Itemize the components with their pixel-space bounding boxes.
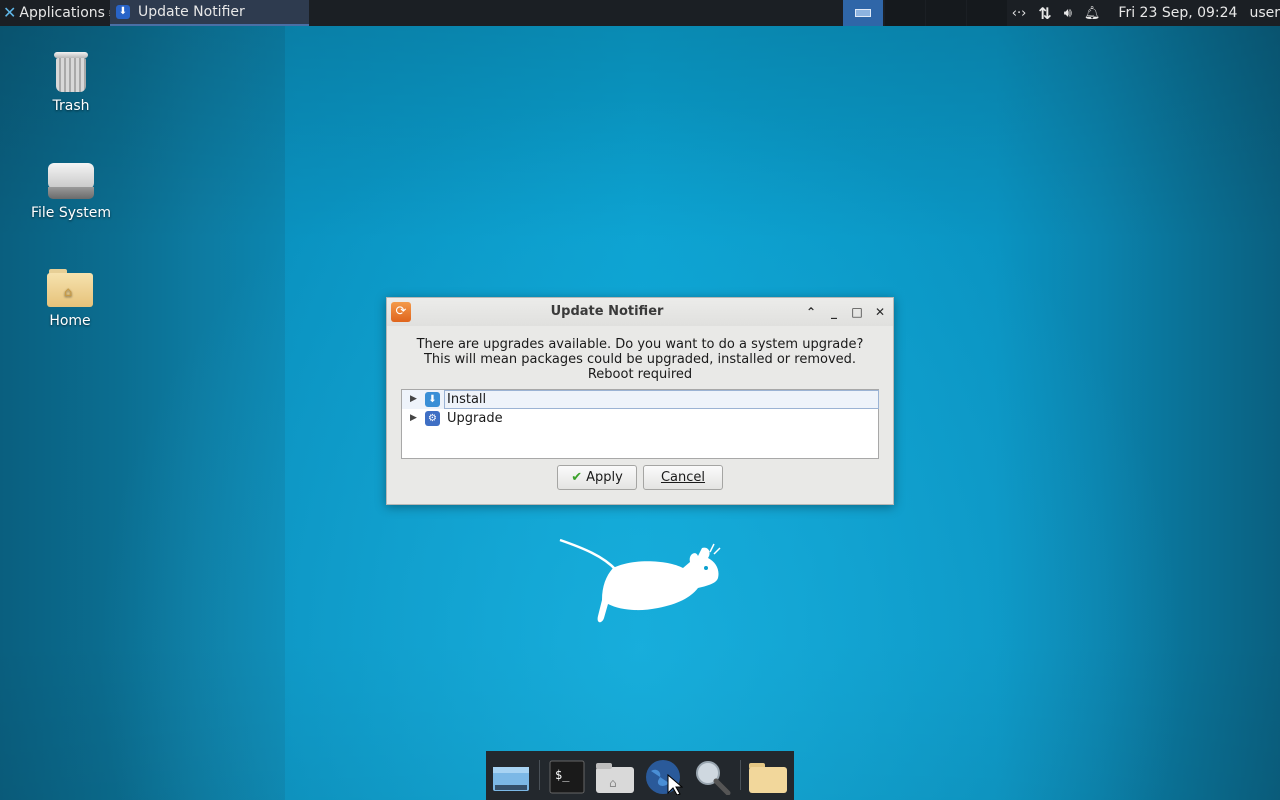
top-panel: ✕ Applications ≡ ⬇ Update Notifier ‹·› ⇅… bbox=[0, 0, 1280, 26]
package-tree[interactable]: ▶ ⬇ Install ▶ ⚙ Upgrade bbox=[401, 389, 879, 459]
bottom-dock: $_ ⌂ bbox=[486, 751, 794, 800]
xfce-logo-icon: ✕ bbox=[3, 3, 17, 22]
expand-arrow-icon[interactable]: ▶ bbox=[410, 409, 420, 428]
workspace-2-button[interactable] bbox=[885, 0, 925, 26]
desktop-icon-file-system[interactable]: File System bbox=[21, 163, 121, 221]
dock-separator bbox=[539, 760, 540, 790]
desktop-icon-home[interactable]: ⌂ Home bbox=[20, 269, 120, 329]
dialog-message: There are upgrades available. Do you wan… bbox=[397, 337, 883, 382]
user-menu[interactable]: user bbox=[1249, 5, 1280, 21]
tree-row-upgrade[interactable]: ▶ ⚙ Upgrade bbox=[402, 409, 878, 428]
folder-icon[interactable] bbox=[747, 759, 787, 795]
apply-label: Apply bbox=[586, 470, 623, 485]
message-line: There are upgrades available. Do you wan… bbox=[416, 337, 864, 352]
taskbar-button-update-notifier[interactable]: ⬇ Update Notifier bbox=[110, 0, 309, 26]
dock-separator bbox=[740, 760, 741, 790]
workspace-1-button[interactable] bbox=[843, 0, 883, 26]
workspace-4-button[interactable] bbox=[967, 0, 1007, 26]
trash-icon bbox=[54, 52, 88, 92]
workspace-window-icon bbox=[855, 9, 871, 17]
dialog-title: Update Notifier bbox=[550, 304, 664, 319]
checkmark-icon: ✔ bbox=[571, 470, 583, 485]
gear-icon: ⚙ bbox=[425, 411, 440, 426]
desktop-icon-label: File System bbox=[30, 205, 112, 221]
desktop-icon-label: Home bbox=[49, 313, 91, 329]
web-browser-icon[interactable] bbox=[643, 759, 684, 796]
update-notifier-dialog: ⟳ Update Notifier ⌃ _ □ ✕ There are upgr… bbox=[386, 297, 894, 505]
show-desktop-icon[interactable] bbox=[491, 759, 531, 795]
volume-icon[interactable]: 🔊︎ bbox=[1064, 6, 1072, 21]
file-manager-icon[interactable]: ⌂ bbox=[594, 759, 634, 795]
desktop-icon-trash[interactable]: Trash bbox=[21, 52, 121, 114]
cancel-label: Cancel bbox=[660, 470, 706, 485]
tree-row-label: Upgrade bbox=[447, 411, 503, 426]
update-notifier-icon: ⬇ bbox=[116, 5, 130, 19]
network-icon[interactable]: ‹·› bbox=[1012, 6, 1027, 21]
terminal-icon[interactable]: $_ bbox=[548, 759, 588, 795]
message-line: This will mean packages could be upgrade… bbox=[423, 352, 857, 367]
expand-arrow-icon[interactable]: ▶ bbox=[410, 390, 420, 409]
shade-button[interactable]: ⌃ bbox=[802, 303, 820, 321]
cancel-button[interactable]: Cancel bbox=[643, 465, 723, 490]
home-folder-icon: ⌂ bbox=[47, 269, 93, 307]
taskbar-button-label: Update Notifier bbox=[138, 4, 245, 20]
svg-text:⌂: ⌂ bbox=[609, 776, 617, 790]
maximize-button[interactable]: □ bbox=[848, 303, 866, 321]
desktop-icon-label: Trash bbox=[52, 98, 90, 114]
download-icon: ⬇ bbox=[425, 392, 440, 407]
clock[interactable]: Fri 23 Sep, 09:24 bbox=[1118, 5, 1237, 21]
drive-icon bbox=[48, 163, 94, 199]
bell-icon[interactable]: 🔔︎ bbox=[1084, 6, 1101, 21]
workspace-3-button[interactable] bbox=[926, 0, 966, 26]
tree-row-label: Install bbox=[447, 392, 487, 407]
xfce-mouse-logo bbox=[559, 538, 721, 623]
message-line: Reboot required bbox=[587, 367, 693, 382]
dialog-titlebar[interactable]: ⟳ Update Notifier ⌃ _ □ ✕ bbox=[387, 298, 893, 326]
system-tray: ‹·› ⇅ 🔊︎ 🔔︎ Fri 23 Sep, 09:24 user bbox=[1012, 0, 1280, 26]
applications-label: Applications bbox=[19, 5, 105, 21]
tree-row-install[interactable]: ▶ ⬇ Install bbox=[402, 390, 879, 409]
svg-text:$_: $_ bbox=[555, 768, 570, 782]
transfer-arrows-icon[interactable]: ⇅ bbox=[1038, 4, 1051, 23]
close-button[interactable]: ✕ bbox=[871, 303, 889, 321]
applications-menu-button[interactable]: ✕ Applications ≡ bbox=[0, 0, 122, 26]
apply-button[interactable]: ✔ Apply bbox=[557, 465, 637, 490]
search-icon[interactable] bbox=[692, 759, 732, 796]
minimize-button[interactable]: _ bbox=[825, 303, 843, 321]
